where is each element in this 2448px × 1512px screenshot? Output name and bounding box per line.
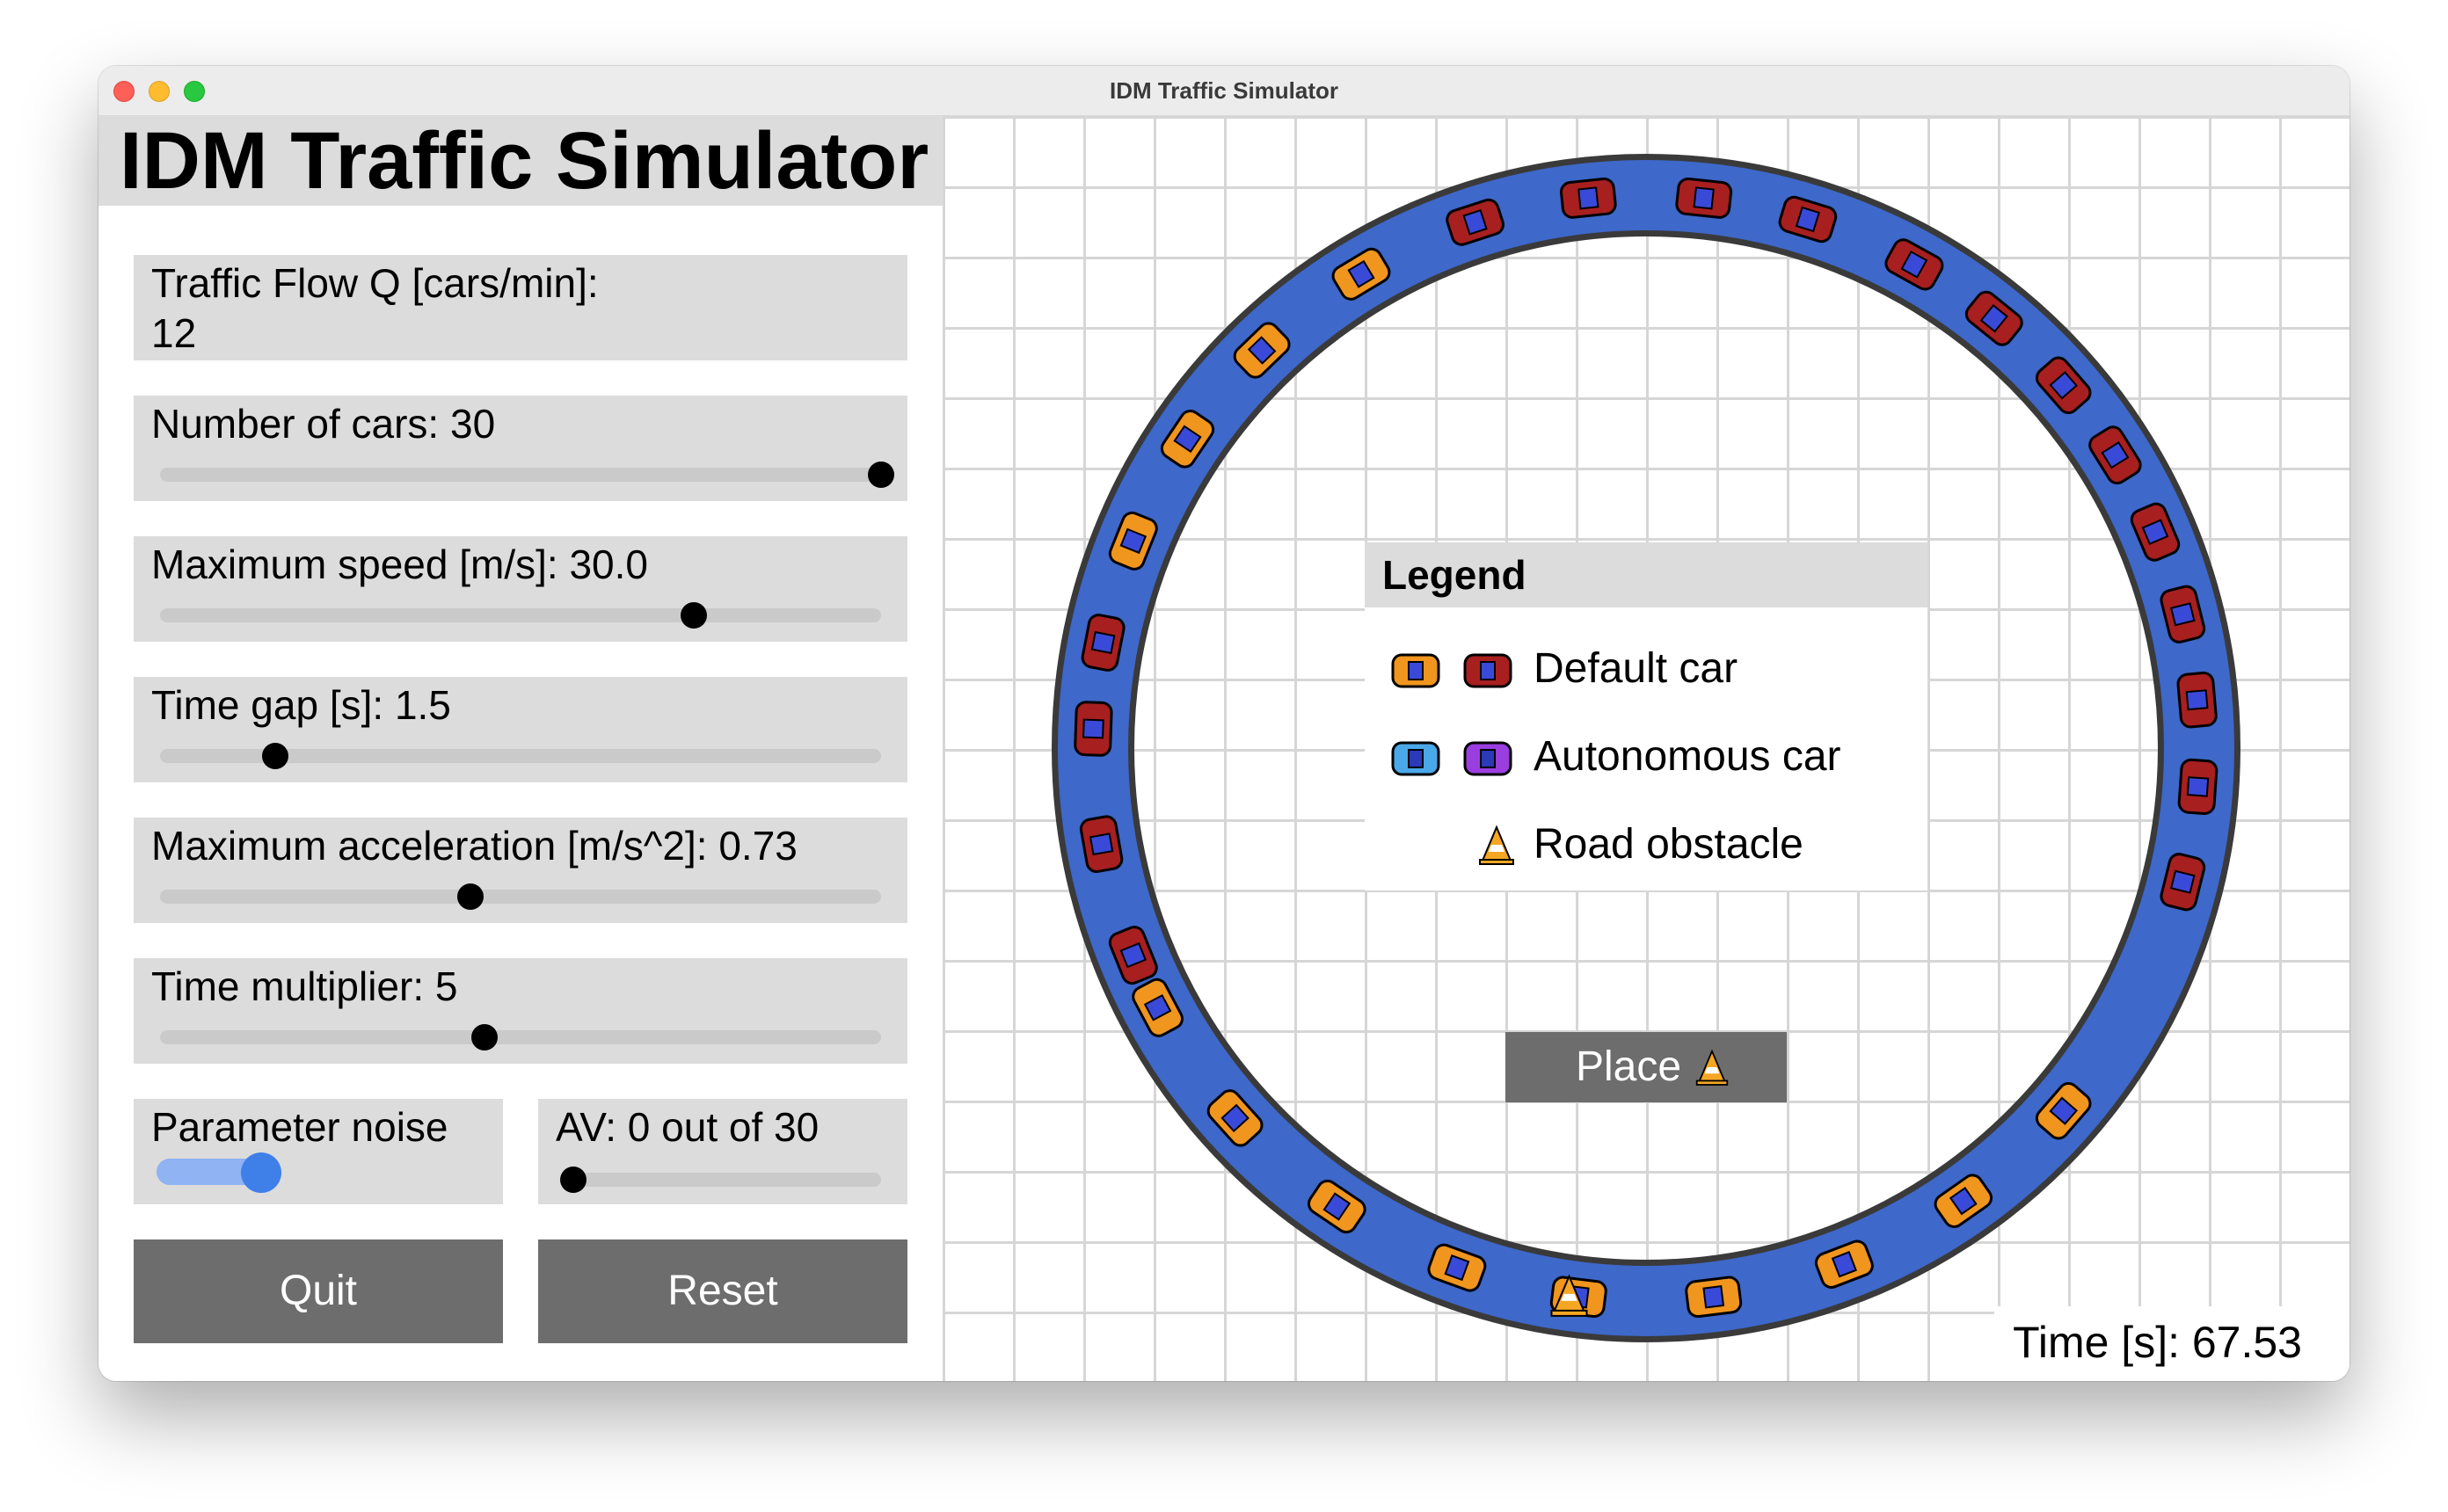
- maximum-acceleration-panel: Maximum acceleration [m/s^2]: 0.73: [134, 818, 907, 923]
- place-obstacle-button[interactable]: Place: [1505, 1032, 1787, 1102]
- time-gap-slider[interactable]: [160, 743, 881, 769]
- time-multiplier-slider[interactable]: [160, 1024, 881, 1050]
- legend-item-default-car: Default car: [1365, 634, 1927, 704]
- legend-label-road-obstacle: Road obstacle: [1534, 821, 1803, 868]
- toggle-handle[interactable]: [241, 1152, 281, 1193]
- app-window: IDM Traffic Simulator IDM Traffic Simula…: [98, 66, 2350, 1381]
- legend-label-autonomous-car: Autonomous car: [1534, 733, 1841, 780]
- legend-panel: Legend Default car Autonomous car Road o…: [1365, 542, 1927, 890]
- red-car: [1079, 815, 1124, 873]
- time-gap-label: Time gap [s]: 1.5: [151, 682, 451, 728]
- time-multiplier-panel: Time multiplier: 5: [134, 958, 907, 1064]
- number-of-cars-label: Number of cars: 30: [151, 401, 496, 447]
- legend-item-road-obstacle: Road obstacle: [1365, 810, 1927, 880]
- red-car: [1675, 177, 1733, 219]
- av-label: AV: 0 out of 30: [556, 1104, 820, 1150]
- red-car: [2176, 671, 2218, 729]
- time-gap-panel: Time gap [s]: 1.5: [134, 677, 907, 782]
- red-car-icon: [1463, 653, 1512, 688]
- maximum-speed-panel: Maximum speed [m/s]: 30.0: [134, 536, 907, 642]
- maximum-speed-label: Maximum speed [m/s]: 30.0: [151, 542, 648, 587]
- control-panel: IDM Traffic Simulator Traffic Flow Q [ca…: [98, 116, 943, 1381]
- slider-handle[interactable]: [471, 1024, 498, 1050]
- parameter-noise-label: Parameter noise: [151, 1104, 448, 1150]
- parameter-noise-toggle[interactable]: [157, 1152, 281, 1193]
- slider-handle[interactable]: [680, 602, 707, 629]
- slider-handle[interactable]: [560, 1167, 586, 1193]
- orange-car: [1685, 1276, 1743, 1319]
- quit-button[interactable]: Quit: [134, 1239, 503, 1343]
- av-slider[interactable]: [560, 1167, 881, 1193]
- number-of-cars-panel: Number of cars: 30: [134, 396, 907, 501]
- legend-label-default-car: Default car: [1534, 645, 1738, 692]
- red-car: [1559, 177, 1617, 219]
- app-title: IDM Traffic Simulator: [98, 116, 943, 206]
- red-car: [1074, 701, 1113, 757]
- purple-car-icon: [1463, 741, 1512, 776]
- time-label: Time [s]: 67.53: [2013, 1318, 2302, 1367]
- reset-button[interactable]: Reset: [538, 1239, 907, 1343]
- legend-item-autonomous-car: Autonomous car: [1365, 722, 1927, 792]
- slider-handle[interactable]: [456, 883, 484, 910]
- place-button-label: Place: [1576, 1043, 1682, 1090]
- maximum-acceleration-slider[interactable]: [160, 883, 881, 910]
- maximum-speed-slider[interactable]: [160, 602, 881, 629]
- av-panel: AV: 0 out of 30: [538, 1099, 907, 1204]
- window-title: IDM Traffic Simulator: [1109, 77, 1339, 104]
- legend-title: Legend: [1365, 542, 1927, 607]
- traffic-flow-label: Traffic Flow Q [cars/min]:: [151, 260, 599, 306]
- time-display: Time [s]: 67.53: [1994, 1306, 2350, 1381]
- slider-handle[interactable]: [868, 462, 894, 488]
- blue-car-icon: [1391, 741, 1440, 776]
- traffic-cone-icon: [1695, 1049, 1729, 1086]
- title-bar: IDM Traffic Simulator: [98, 66, 2350, 116]
- red-car: [2177, 758, 2218, 815]
- parameter-noise-panel: Parameter noise: [134, 1099, 503, 1204]
- maximum-acceleration-label: Maximum acceleration [m/s^2]: 0.73: [151, 823, 798, 869]
- traffic-flow-panel: Traffic Flow Q [cars/min]: 12: [134, 255, 907, 360]
- slider-handle[interactable]: [262, 743, 289, 769]
- traffic-cone-icon: [1479, 825, 1514, 865]
- orange-car-icon: [1391, 653, 1440, 688]
- number-of-cars-slider[interactable]: [160, 462, 894, 488]
- simulation-canvas[interactable]: Legend Default car Autonomous car Road o…: [943, 116, 2350, 1381]
- time-multiplier-label: Time multiplier: 5: [151, 963, 458, 1009]
- traffic-flow-value[interactable]: 12: [151, 309, 196, 357]
